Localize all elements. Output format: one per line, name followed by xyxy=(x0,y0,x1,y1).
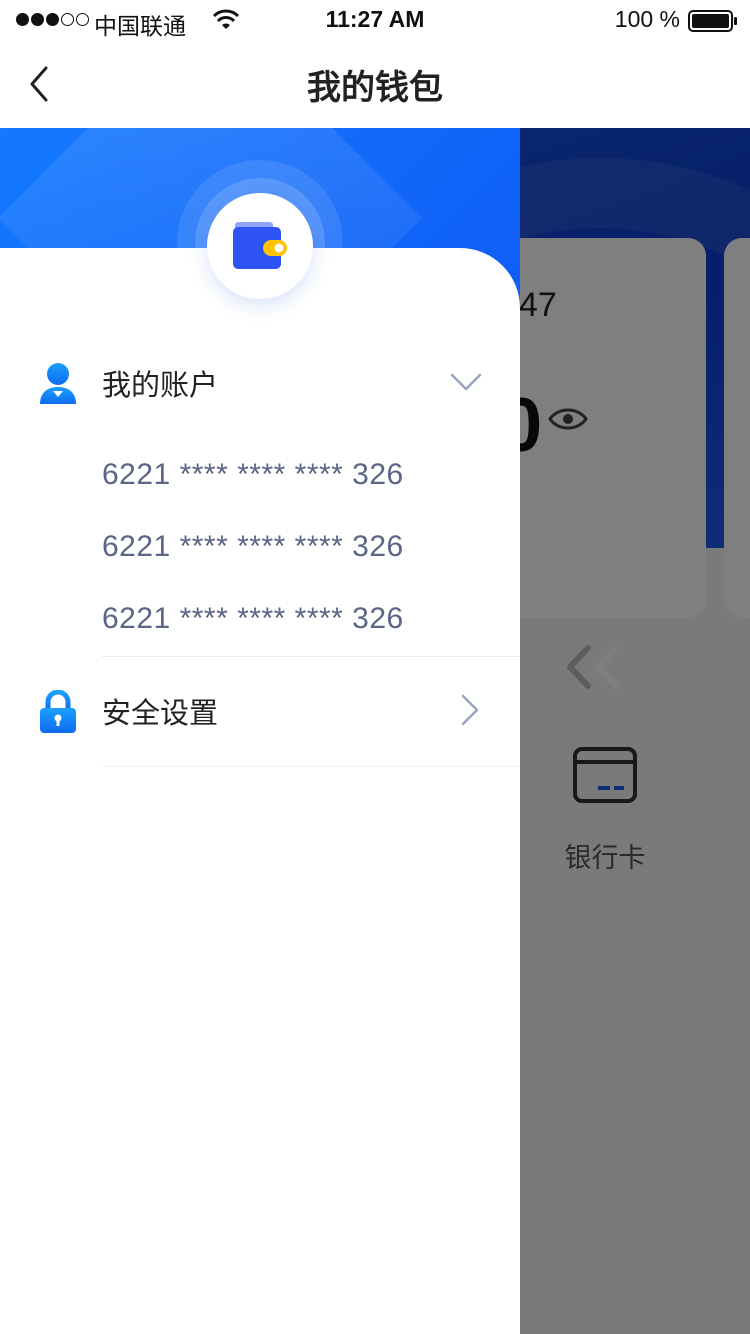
side-drawer: 我的账户 6221 **** **** **** 326 6221 **** *… xyxy=(0,128,520,1334)
divider xyxy=(102,656,520,657)
battery-icon xyxy=(688,10,737,32)
account-item[interactable]: 6221 **** **** **** 326 xyxy=(102,530,404,564)
account-item[interactable]: 6221 **** **** **** 326 xyxy=(102,602,404,636)
navigation-bar: 我的钱包 xyxy=(0,40,750,128)
chevron-down-icon xyxy=(450,373,482,391)
menu-security-settings-label: 安全设置 xyxy=(102,696,219,730)
wallet-avatar xyxy=(207,193,313,299)
battery-percentage: 100 % xyxy=(614,6,680,32)
drawer-body: 我的账户 6221 **** **** **** 326 6221 **** *… xyxy=(0,248,520,1334)
status-bar: 中国联通 11:27 AM 100 % xyxy=(0,0,750,40)
user-icon xyxy=(40,363,76,404)
account-item[interactable]: 6221 **** **** **** 326 xyxy=(102,458,404,492)
divider xyxy=(102,766,520,767)
menu-my-accounts[interactable]: 我的账户 xyxy=(0,358,520,438)
menu-my-accounts-label: 我的账户 xyxy=(102,368,219,402)
lock-icon xyxy=(40,690,76,733)
page-title: 我的钱包 xyxy=(307,68,443,108)
chevron-right-icon xyxy=(461,694,479,726)
wallet-icon xyxy=(233,222,287,269)
menu-security-settings[interactable]: 安全设置 xyxy=(0,688,520,778)
